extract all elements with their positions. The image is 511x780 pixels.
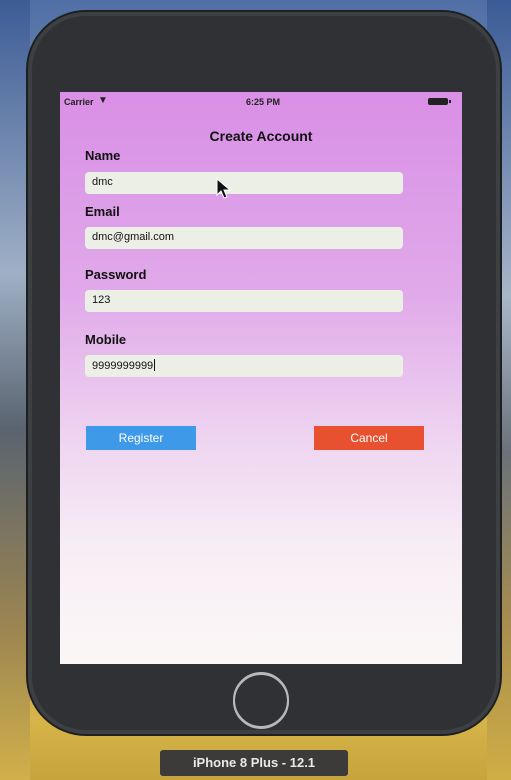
password-label: Password xyxy=(85,267,147,282)
status-bar: Carrier ▼ 6:25 PM xyxy=(60,92,462,112)
status-time: 6:25 PM xyxy=(246,97,281,107)
wifi-icon: ▼ xyxy=(98,95,108,106)
carrier-label: Carrier xyxy=(64,97,94,107)
home-button-icon[interactable] xyxy=(233,673,289,729)
email-value: dmc@gmail.com xyxy=(92,231,175,243)
page-title: Create Account xyxy=(209,128,313,144)
name-label: Name xyxy=(85,148,121,163)
mobile-value: 9999999999 xyxy=(92,360,154,372)
cancel-button[interactable]: Cancel xyxy=(314,426,424,450)
battery-icon xyxy=(428,98,451,105)
simulator-device-label: iPhone 8 Plus - 12.1 xyxy=(160,750,348,776)
name-value: dmc xyxy=(92,176,113,188)
name-field[interactable]: dmc xyxy=(85,172,403,194)
password-value: 123 xyxy=(92,294,111,306)
register-button[interactable]: Register xyxy=(86,426,196,450)
text-cursor xyxy=(154,359,156,371)
app-screen: Carrier ▼ 6:25 PM Create Account Name dm… xyxy=(60,92,462,664)
email-label: Email xyxy=(85,204,120,219)
email-field[interactable]: dmc@gmail.com xyxy=(85,227,403,249)
mobile-field[interactable]: 9999999999 xyxy=(85,355,403,377)
desktop-background-left xyxy=(0,0,30,780)
mobile-label: Mobile xyxy=(85,332,127,347)
password-field[interactable]: 123 xyxy=(85,290,403,312)
